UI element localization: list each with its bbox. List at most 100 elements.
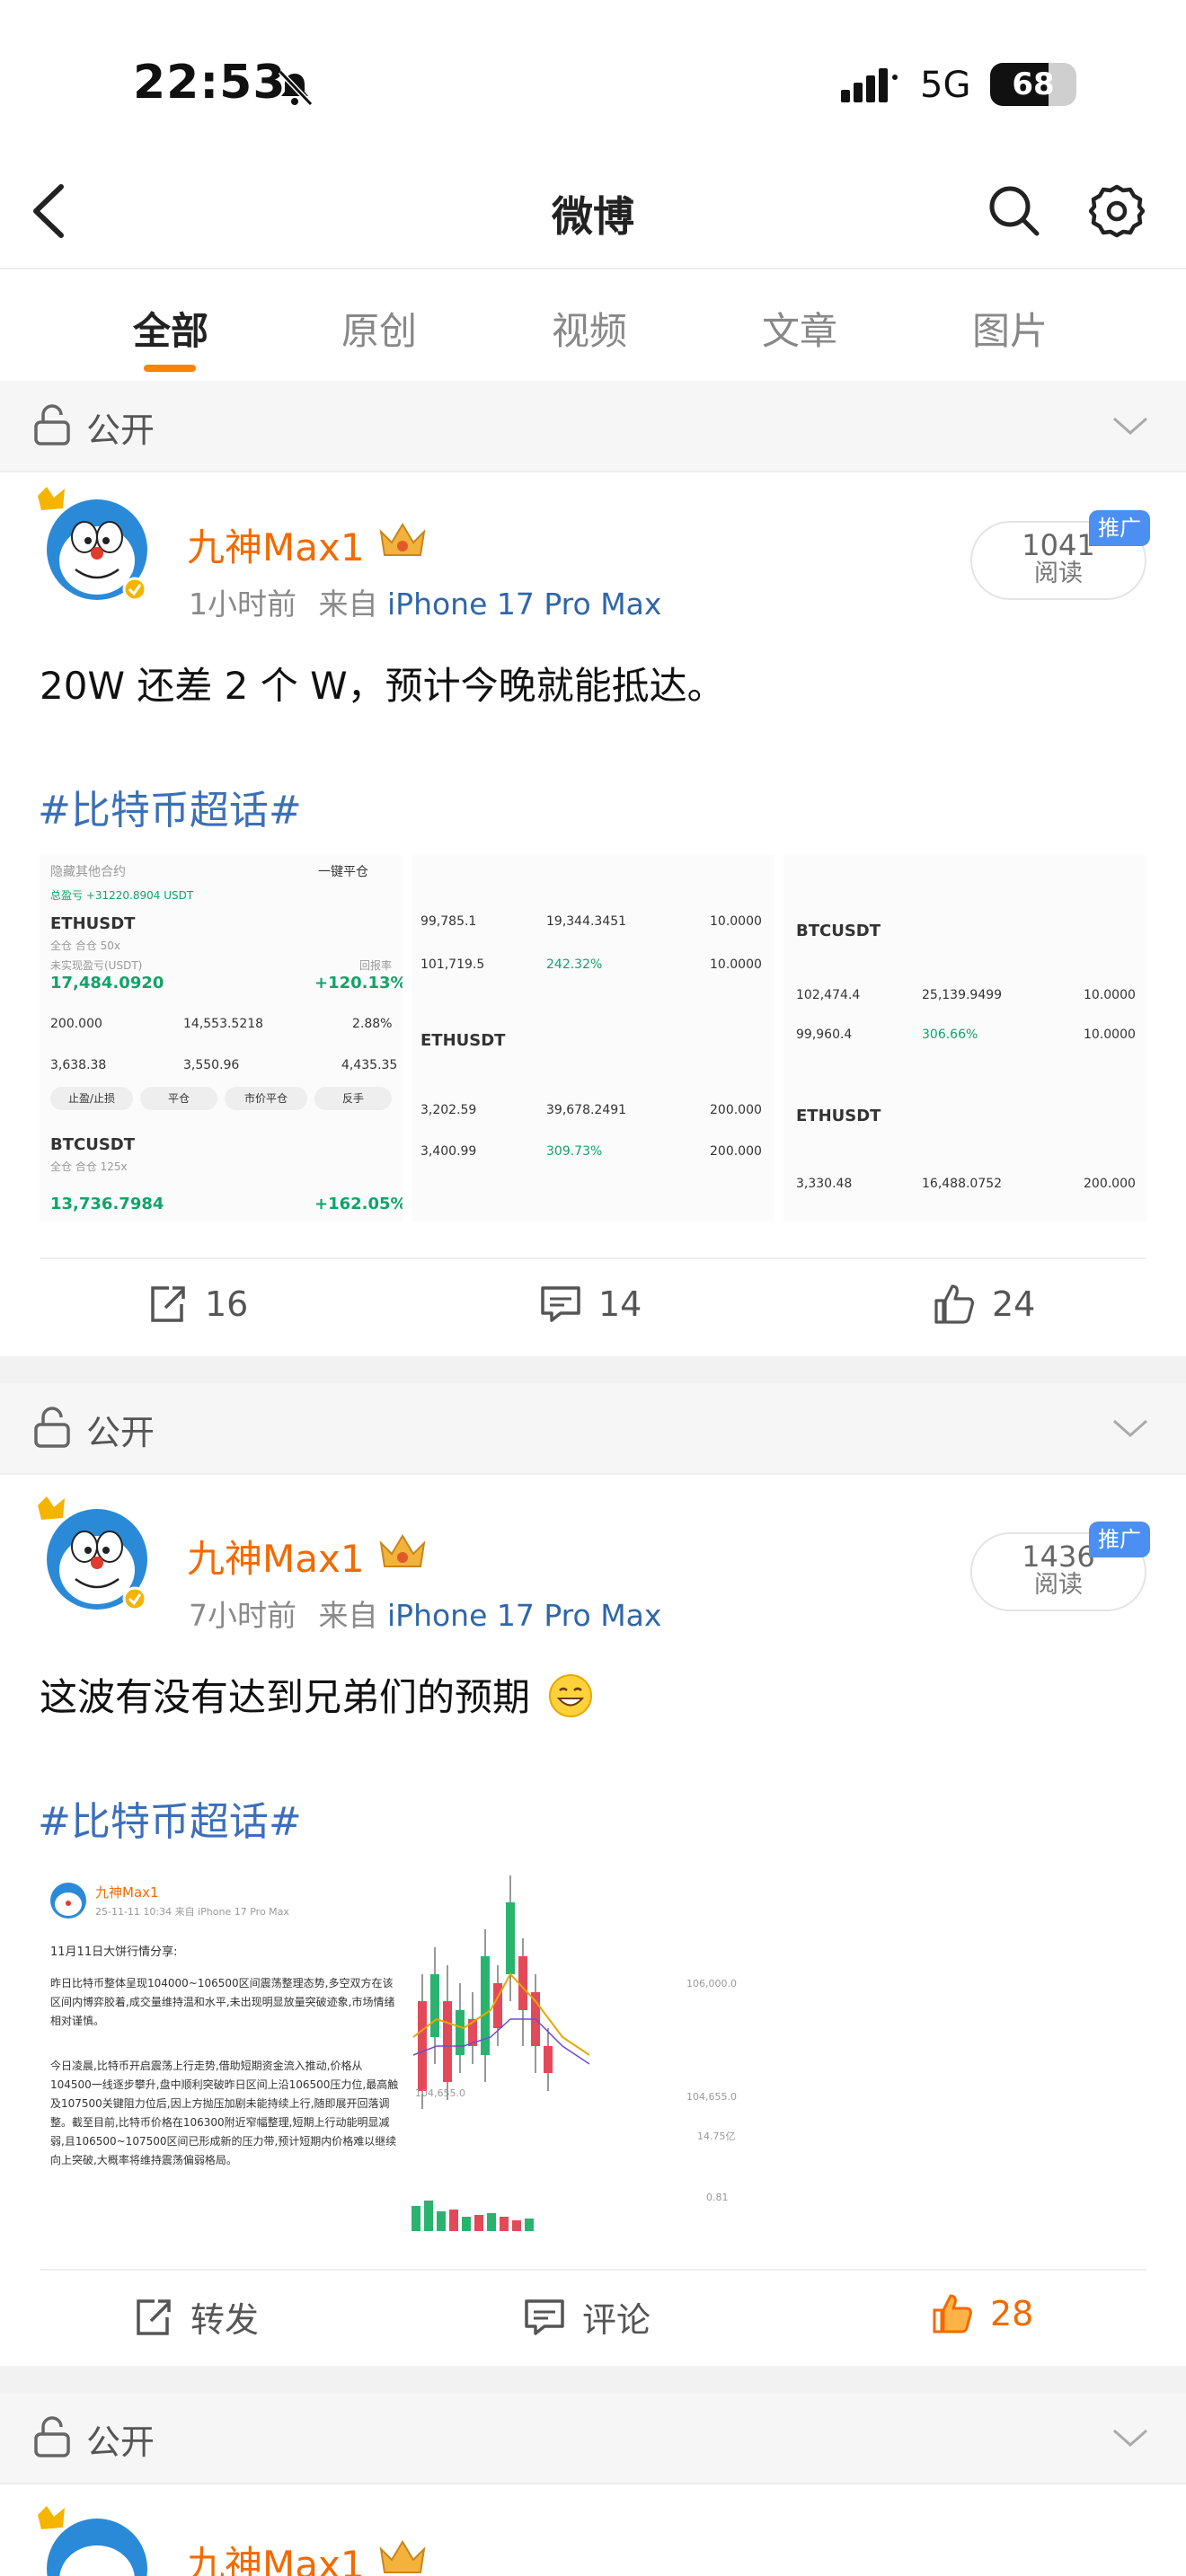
post-meta: 7小时前 来自 iPhone 17 Pro Max bbox=[189, 1592, 661, 1635]
thumb-text: 14,553.5218 bbox=[183, 1017, 264, 1031]
time-ago: 1小时前 bbox=[189, 587, 296, 622]
avatar[interactable] bbox=[34, 2504, 151, 2576]
like-button[interactable]: 24 bbox=[933, 1283, 1035, 1326]
hashtag-link[interactable]: #比特币超话# bbox=[38, 1789, 302, 1847]
crown-badge-icon bbox=[379, 1534, 426, 1567]
thumb-text: ETHUSDT bbox=[50, 914, 136, 933]
cellular-signal-icon bbox=[841, 68, 898, 102]
crown-badge-icon bbox=[379, 2540, 426, 2573]
thumbs-up-icon bbox=[934, 1284, 974, 1324]
promo-badge[interactable]: 推广 bbox=[1089, 1522, 1150, 1557]
photo-thumb-2[interactable]: 99,785.1 19,344.3451 10.0000 101,719.5 2… bbox=[412, 855, 774, 1222]
tab-article[interactable]: 文章 bbox=[737, 301, 863, 356]
comment-icon bbox=[541, 1286, 580, 1322]
thumb-text: 反手 bbox=[314, 1087, 392, 1110]
photo-thumb-3[interactable]: BTCUSDT 102,474.4 25,139.9499 10.0000 99… bbox=[783, 855, 1146, 1222]
thumb-text: 10.0000 bbox=[710, 914, 762, 929]
username[interactable]: 九神Max1 bbox=[187, 517, 365, 572]
thumb-text: 200.000 bbox=[1084, 1177, 1136, 1191]
network-type: 5G bbox=[920, 65, 971, 106]
thumb-text: 一键平仓 bbox=[318, 865, 368, 879]
comment-label: 评论 bbox=[582, 2300, 651, 2340]
username[interactable]: 九神Max1 bbox=[187, 2535, 365, 2576]
visibility-label: 公开 bbox=[86, 1413, 155, 1452]
battery-indicator: 68 bbox=[990, 63, 1076, 106]
tab-all[interactable]: 全部 bbox=[108, 301, 234, 356]
post-image[interactable]: 九神Max1 25-11-11 10:34 来自 iPhone 17 Pro M… bbox=[40, 1866, 782, 2233]
comment-count: 14 bbox=[598, 1284, 642, 1324]
visibility-label: 公开 bbox=[86, 2422, 155, 2462]
header-divider bbox=[0, 268, 1186, 269]
thumb-text: 200.000 bbox=[710, 1144, 762, 1159]
source-prefix: 来自 bbox=[318, 1598, 378, 1633]
thumb-text: 39,678.2491 bbox=[546, 1103, 627, 1117]
promo-badge[interactable]: 推广 bbox=[1089, 510, 1150, 546]
chart-label: 106,000.0 bbox=[686, 1978, 737, 1989]
reads-label: 阅读 bbox=[1034, 1571, 1083, 1599]
chart-label: 14.75亿 bbox=[697, 2130, 736, 2142]
reads-label: 阅读 bbox=[1034, 560, 1083, 587]
visibility-row[interactable]: 公开 bbox=[0, 1383, 1186, 1473]
tab-original[interactable]: 原创 bbox=[316, 301, 442, 356]
thumb-text: 昨日比特币整体呈现104000~106500区间震荡整理态势,多空双方在该区间内… bbox=[50, 1977, 395, 2027]
thumb-text: 99,960.4 bbox=[796, 1028, 853, 1042]
chevron-down-icon[interactable] bbox=[1111, 415, 1150, 438]
thumb-text: 3,400.99 bbox=[420, 1144, 477, 1159]
visibility-row[interactable]: 公开 bbox=[0, 2393, 1186, 2483]
thumb-text: 市价平仓 bbox=[225, 1087, 307, 1110]
unlock-icon bbox=[34, 2416, 70, 2457]
chevron-down-icon[interactable] bbox=[1111, 1417, 1150, 1441]
thumb-text: 今日凌晨,比特币开启震荡上行走势,借助短期资金流入推动,价格从104500一线逐… bbox=[50, 2060, 399, 2166]
chart-label: 0.81 bbox=[706, 2192, 729, 2203]
gear-icon[interactable] bbox=[1089, 183, 1145, 239]
thumb-text: 10.0000 bbox=[1084, 988, 1136, 1002]
thumb-text: 200.000 bbox=[50, 1017, 102, 1031]
photo-grid: 隐藏其他合约 一键平仓 总盈亏 +31220.8904 USDT ETHUSDT… bbox=[40, 855, 1146, 1222]
thumb-text: 平仓 bbox=[140, 1087, 217, 1110]
photo-thumb-1[interactable]: 隐藏其他合约 一键平仓 总盈亏 +31220.8904 USDT ETHUSDT… bbox=[40, 855, 403, 1222]
thumb-text: 200.000 bbox=[710, 1103, 762, 1117]
username[interactable]: 九神Max1 bbox=[187, 1529, 365, 1584]
thumbs-up-filled-icon bbox=[933, 2294, 972, 2333]
repost-button[interactable]: 转发 bbox=[131, 2292, 259, 2342]
thumb-text: 总盈亏 +31220.8904 USDT bbox=[50, 889, 194, 902]
search-icon[interactable] bbox=[987, 183, 1040, 237]
divider bbox=[0, 471, 1186, 472]
avatar[interactable] bbox=[34, 1495, 151, 1611]
like-button[interactable]: 28 bbox=[931, 2292, 1033, 2335]
thumb-text: 101,719.5 bbox=[420, 957, 485, 972]
repost-count: 16 bbox=[205, 1284, 249, 1324]
comment-button[interactable]: 14 bbox=[539, 1283, 642, 1326]
avatar[interactable] bbox=[34, 485, 151, 602]
thumb-text: 未实现盈亏(USDT) bbox=[50, 959, 143, 972]
source-device[interactable]: iPhone 17 Pro Max bbox=[387, 587, 661, 622]
thumb-text: 11月11日大饼行情分享: bbox=[50, 1945, 178, 1959]
visibility-row[interactable]: 公开 bbox=[0, 381, 1186, 471]
thumb-text: BTCUSDT bbox=[796, 922, 881, 940]
thumb-text: 10.0000 bbox=[710, 957, 762, 972]
repost-icon bbox=[151, 1286, 185, 1322]
tab-photos[interactable]: 图片 bbox=[947, 301, 1073, 356]
image-text-panel: 九神Max1 25-11-11 10:34 来自 iPhone 17 Pro M… bbox=[40, 1866, 408, 2233]
tab-video[interactable]: 视频 bbox=[527, 301, 652, 356]
thumb-text: 3,202.59 bbox=[420, 1103, 477, 1117]
thumb-text: 4,435.35 bbox=[341, 1058, 398, 1072]
hashtag-link[interactable]: #比特币超话# bbox=[38, 778, 302, 835]
battery-percent: 68 bbox=[1012, 66, 1055, 102]
source-prefix: 来自 bbox=[318, 587, 378, 622]
post-separator bbox=[0, 2366, 1186, 2393]
thumb-text: 102,474.4 bbox=[796, 988, 861, 1002]
comment-button[interactable]: 评论 bbox=[523, 2292, 651, 2342]
thumb-text: 19,344.3451 bbox=[546, 914, 627, 929]
source-device[interactable]: iPhone 17 Pro Max bbox=[387, 1598, 661, 1633]
thumb-text: +162.05% bbox=[314, 1195, 403, 1213]
comment-icon bbox=[525, 2298, 564, 2335]
thumb-text: 隐藏其他合约 bbox=[50, 865, 126, 879]
chevron-down-icon[interactable] bbox=[1111, 2427, 1150, 2450]
repost-button[interactable]: 16 bbox=[146, 1283, 248, 1326]
candlestick-chart-image: 106,000.0 104,655.0 104,655.0 14.75亿 0.8… bbox=[410, 1866, 782, 2233]
repost-label: 转发 bbox=[190, 2300, 260, 2340]
thumb-text: 25-11-11 10:34 来自 iPhone 17 Pro Max bbox=[95, 1906, 289, 1918]
chart-label: 104,655.0 bbox=[415, 2087, 465, 2099]
divider bbox=[0, 2483, 1186, 2484]
